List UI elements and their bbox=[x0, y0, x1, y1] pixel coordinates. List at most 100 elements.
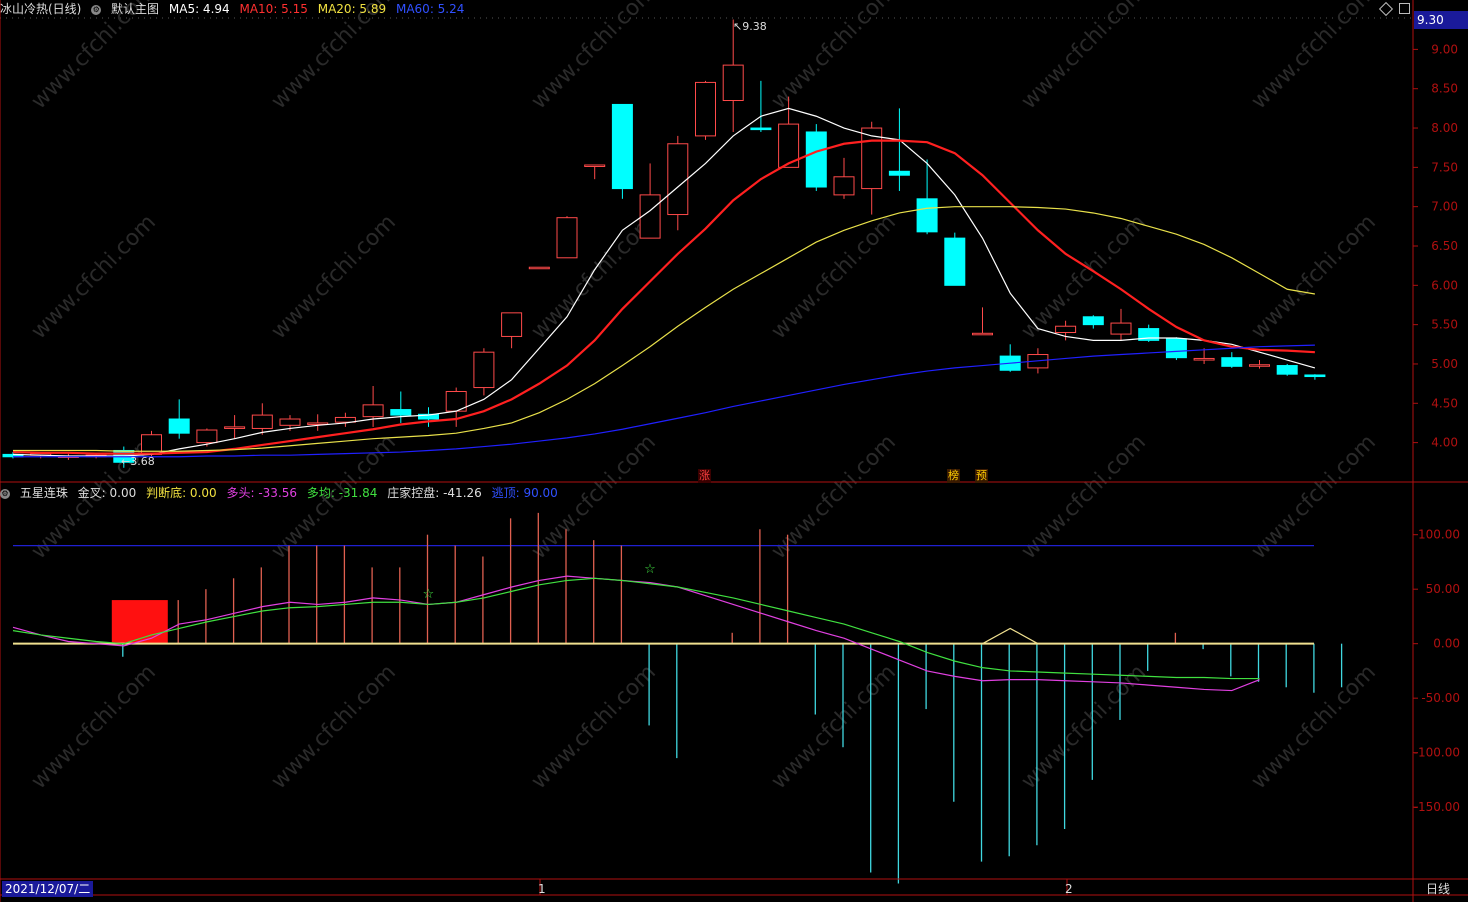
date-display[interactable]: 2021/12/07/二 bbox=[2, 881, 94, 897]
candle-body bbox=[639, 194, 661, 239]
candle-body bbox=[224, 426, 246, 429]
candle bbox=[224, 415, 246, 439]
candle bbox=[334, 412, 356, 427]
ind-tick-label: 0.00 bbox=[1433, 637, 1460, 651]
price-tick-label: 8.00 bbox=[1431, 121, 1458, 135]
candle bbox=[667, 135, 689, 231]
indicator-header: ⚙ 五星连珠 金叉: 0.00 判断底: 0.00 多头: -33.56 多均:… bbox=[0, 484, 564, 502]
candle bbox=[390, 391, 412, 423]
ma20-label: MA20: 5.89 bbox=[317, 2, 387, 16]
candle bbox=[251, 403, 273, 435]
candle bbox=[362, 385, 384, 427]
candle bbox=[473, 348, 495, 396]
candle bbox=[639, 163, 661, 239]
arrow-icon: ← bbox=[121, 455, 131, 468]
candle bbox=[445, 387, 467, 427]
price-tick-label: 7.00 bbox=[1431, 200, 1458, 214]
candle-body bbox=[1165, 338, 1187, 359]
candle-body bbox=[473, 351, 495, 389]
candle-body bbox=[1221, 357, 1243, 367]
watermark-text: www.cfchi.com bbox=[1247, 0, 1381, 114]
candle bbox=[695, 80, 716, 140]
stock-chart[interactable]: www.cfchi.com www.cfchi.com www.cfchi.com w… bbox=[0, 0, 1468, 902]
signal-bump bbox=[982, 627, 1039, 645]
duojun-value: 多均: -31.84 bbox=[306, 486, 378, 500]
candle-body bbox=[722, 64, 744, 102]
main-chart-label[interactable]: 默认主图 bbox=[111, 2, 159, 16]
candle-body bbox=[1276, 365, 1298, 375]
star-icon: ☆ bbox=[644, 562, 656, 577]
candle bbox=[722, 19, 744, 132]
period-selector[interactable]: 日线 bbox=[1414, 881, 1468, 897]
candle-body bbox=[584, 164, 606, 167]
low-price-label: ←3.68 bbox=[120, 455, 156, 469]
ma-line-ma10 bbox=[12, 139, 1315, 455]
candle bbox=[501, 312, 523, 349]
price-tick-label: 7.50 bbox=[1431, 160, 1458, 174]
tag-bang[interactable]: 榜 bbox=[947, 469, 960, 483]
main-chart-header: 冰山冷热(日线) ⚙ 默认主图 MA5: 4.94 MA10: 5.15 MA2… bbox=[0, 0, 470, 18]
candle-body bbox=[390, 409, 412, 416]
bottom-signal-block bbox=[111, 600, 168, 644]
star-icon: ☆ bbox=[423, 587, 435, 602]
candle bbox=[1138, 324, 1160, 342]
candle-body bbox=[1110, 322, 1132, 335]
candle-body bbox=[168, 418, 190, 434]
ma10-label: MA10: 5.15 bbox=[239, 2, 308, 16]
candle-body bbox=[1082, 316, 1104, 326]
stock-title[interactable]: 冰山冷热(日线) bbox=[0, 2, 81, 16]
price-tick-label: 4.00 bbox=[1431, 436, 1458, 450]
candle-body bbox=[888, 170, 910, 176]
indicator-name[interactable]: 五星连珠 bbox=[20, 486, 68, 500]
candle-body bbox=[1249, 364, 1270, 367]
watermark-text: www.cfchi.com bbox=[767, 430, 901, 564]
candle-body bbox=[805, 131, 827, 188]
candle-body bbox=[833, 176, 855, 196]
indicator-settings-icon[interactable]: ⚙ bbox=[0, 488, 10, 499]
candle bbox=[805, 124, 827, 191]
watermark-text: www.cfchi.com bbox=[527, 0, 661, 114]
candle bbox=[168, 399, 190, 439]
current-price-box: 9.30 bbox=[1414, 11, 1468, 29]
settings-icon[interactable]: ⚙ bbox=[91, 4, 102, 15]
candle bbox=[307, 414, 329, 431]
arrow-icon: ↖ bbox=[733, 20, 743, 33]
candle-body bbox=[1055, 325, 1077, 334]
watermark-text: www.cfchi.com bbox=[27, 660, 161, 794]
candle-body bbox=[501, 312, 523, 337]
taoding-value: 逃顶: 90.00 bbox=[491, 486, 558, 500]
month-tick-1: 1 bbox=[538, 882, 546, 896]
tag-yu[interactable]: 预 bbox=[975, 469, 988, 483]
pandidi-value: 判断底: 0.00 bbox=[146, 486, 217, 500]
candle-body bbox=[1193, 357, 1215, 361]
watermark-text: www.cfchi.com bbox=[267, 660, 401, 794]
price-tick-label: 4.50 bbox=[1431, 396, 1458, 410]
high-price-label: ↖9.38 bbox=[732, 20, 768, 34]
ind-tick-label: -150.00 bbox=[1414, 800, 1460, 814]
candle-body bbox=[695, 81, 716, 137]
price-tick-label: 8.50 bbox=[1431, 82, 1458, 96]
window-icon[interactable] bbox=[1399, 3, 1410, 14]
candle bbox=[611, 103, 633, 199]
ind-tick-label: 50.00 bbox=[1426, 582, 1460, 596]
watermark-text: www.cfchi.com bbox=[267, 210, 401, 344]
watermark-text: www.cfchi.com bbox=[27, 210, 161, 344]
ind-tick-label: -50.00 bbox=[1421, 691, 1460, 705]
candle bbox=[972, 307, 993, 336]
candle-body bbox=[279, 418, 301, 426]
candle bbox=[556, 216, 578, 259]
candle bbox=[944, 232, 966, 286]
candle-body bbox=[362, 404, 384, 418]
tag-zhang[interactable]: 涨 bbox=[698, 469, 711, 483]
ma60-label: MA60: 5.24 bbox=[395, 2, 465, 16]
watermark-text: www.cfchi.com bbox=[767, 660, 901, 794]
candle bbox=[833, 157, 855, 199]
candle bbox=[1221, 352, 1243, 368]
ma-line-ma5 bbox=[12, 107, 1316, 457]
ind-tick-label: -100.00 bbox=[1414, 746, 1460, 760]
high-value: 9.38 bbox=[742, 20, 767, 33]
candle bbox=[1304, 374, 1326, 380]
jincha-value: 金叉: 0.00 bbox=[77, 486, 137, 500]
candle-body bbox=[750, 127, 772, 131]
price-tick-label: 5.50 bbox=[1431, 318, 1458, 332]
